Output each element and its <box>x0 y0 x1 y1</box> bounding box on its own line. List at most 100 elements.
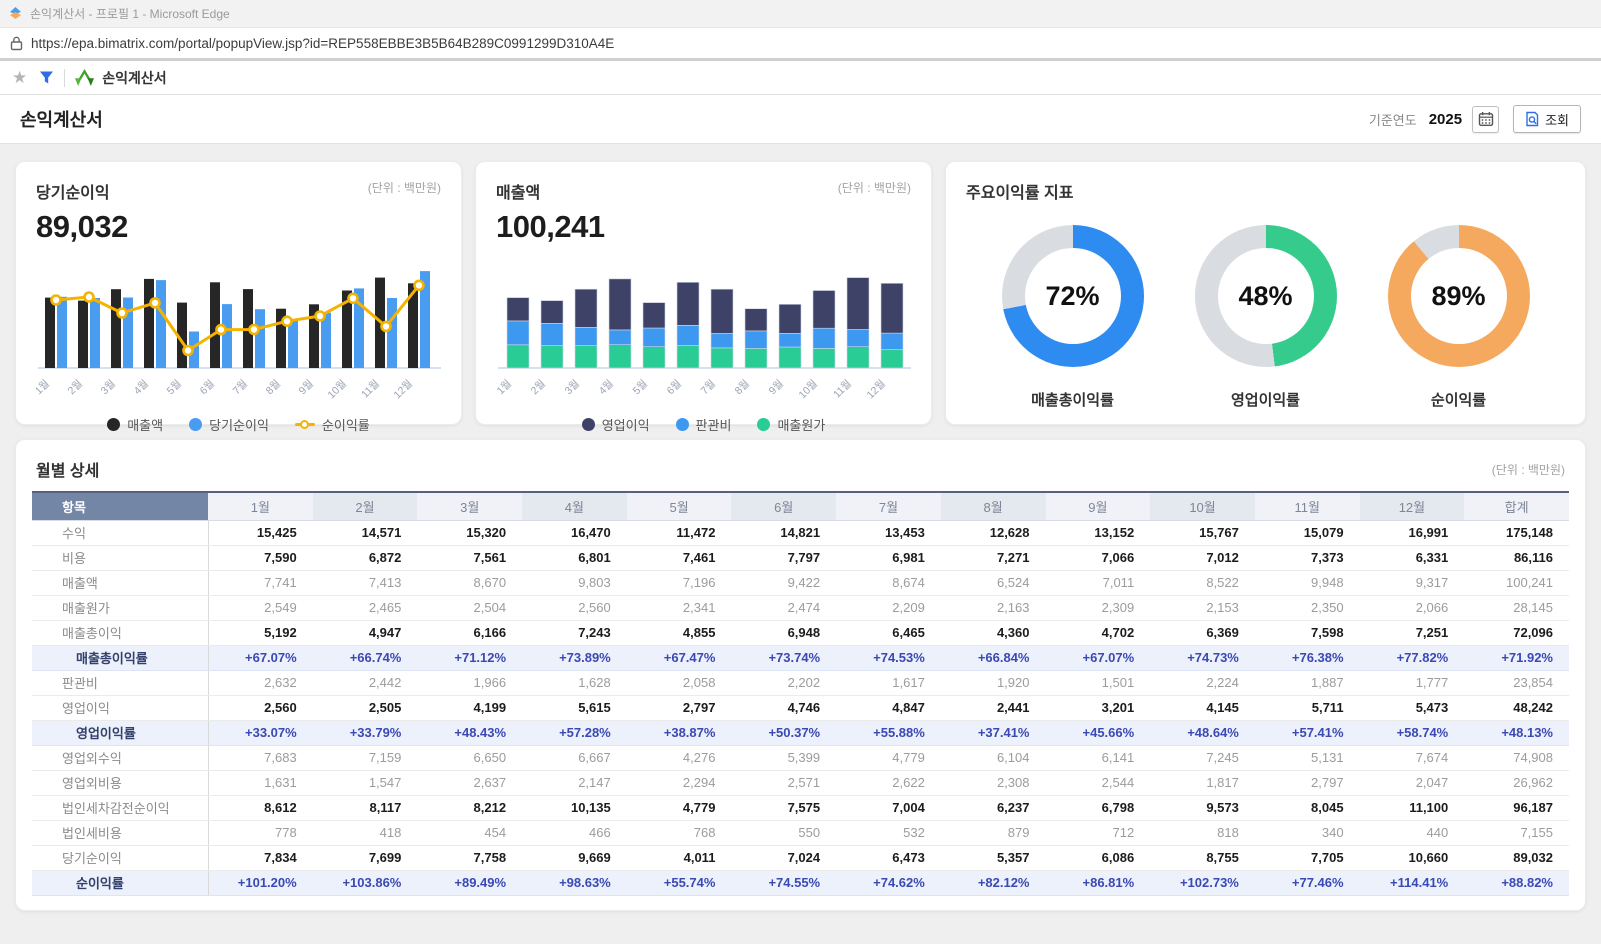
table-cell: 1,966 <box>417 670 522 695</box>
table-column-header: 2월 <box>313 492 418 520</box>
legend-item[interactable]: 순이익률 <box>295 415 370 434</box>
bar <box>156 280 166 368</box>
table-cell: 2,341 <box>627 595 732 620</box>
donut-caption: 매출총이익률 <box>1031 389 1114 410</box>
table-row-label: 영업외수익 <box>32 745 208 770</box>
table-cell: +77.46% <box>1255 870 1360 895</box>
operating-margin-donut[interactable]: 48% <box>1195 225 1337 367</box>
table-cell: +73.74% <box>731 645 836 670</box>
table-column-header: 10월 <box>1150 492 1255 520</box>
legend-item[interactable]: 매출액 <box>107 415 163 434</box>
legend-swatch <box>107 418 120 431</box>
bookmark-page-label[interactable]: 손익계산서 <box>102 68 166 88</box>
stack-segment <box>643 328 665 347</box>
table-cell: 7,245 <box>1150 745 1255 770</box>
table-cell: +88.82% <box>1464 870 1569 895</box>
net-income-card: 당기순이익 (단위 : 백만원) 89,032 1월2월3월4월5월6월7월8월… <box>15 161 462 425</box>
x-axis-label: 5월 <box>165 378 184 397</box>
stack-segment <box>779 347 801 368</box>
favorite-star-icon[interactable]: ★ <box>12 69 27 86</box>
table-cell: 48,242 <box>1464 695 1569 720</box>
table-cell: 6,473 <box>836 845 941 870</box>
table-cell: 2,153 <box>1150 595 1255 620</box>
line-marker <box>217 325 226 334</box>
line-marker <box>250 325 259 334</box>
table-cell: 5,711 <box>1255 695 1360 720</box>
bar <box>45 298 55 368</box>
table-cell: +57.41% <box>1255 720 1360 745</box>
stack-segment <box>881 283 903 333</box>
gross-margin-donut[interactable]: 72% <box>1002 225 1144 367</box>
address-bar[interactable]: https://epa.bimatrix.com/portal/popupVie… <box>0 28 1601 61</box>
table-row: 법인세비용77841845446676855053287971281834044… <box>32 820 1569 845</box>
table-cell: 7,196 <box>627 570 732 595</box>
table-cell: 6,801 <box>522 545 627 570</box>
legend-item[interactable]: 당기순이익 <box>189 415 269 434</box>
table-cell: 418 <box>313 820 418 845</box>
table-cell: 13,152 <box>1046 520 1151 545</box>
net-income-chart[interactable]: 1월2월3월4월5월6월7월8월9월10월11월12월 <box>36 245 443 408</box>
window-icon <box>8 6 23 21</box>
table-row-label: 순이익률 <box>32 870 208 895</box>
table-cell: 15,079 <box>1255 520 1360 545</box>
stack-segment <box>847 278 869 330</box>
bar <box>255 309 265 368</box>
calendar-button[interactable] <box>1472 106 1499 133</box>
net-income-unit-label: (단위 : 백만원) <box>368 179 441 196</box>
search-button[interactable]: 조회 <box>1513 105 1581 133</box>
table-row: 매출원가2,5492,4652,5042,5602,3412,4742,2092… <box>32 595 1569 620</box>
table-cell: 466 <box>522 820 627 845</box>
donut-caption: 영업이익률 <box>1231 389 1300 410</box>
net-income-legend: 매출액 당기순이익 순이익률 <box>36 415 441 434</box>
url-text[interactable]: https://epa.bimatrix.com/portal/popupVie… <box>31 36 614 51</box>
revenue-chart[interactable]: 1월2월3월4월5월6월7월8월9월10월11월12월 <box>496 245 913 408</box>
table-cell: 5,192 <box>208 620 313 645</box>
table-cell: 5,473 <box>1360 695 1465 720</box>
table-cell: 2,560 <box>208 695 313 720</box>
legend-item[interactable]: 영업이익 <box>582 415 650 434</box>
table-row-label: 판관비 <box>32 670 208 695</box>
donut-value: 72% <box>1002 225 1144 367</box>
table-row: 매출총이익률+67.07%+66.74%+71.12%+73.89%+67.47… <box>32 645 1569 670</box>
table-cell: 7,683 <box>208 745 313 770</box>
lock-icon <box>10 36 23 51</box>
table-cell: 3,201 <box>1046 695 1151 720</box>
table-cell: 2,571 <box>731 770 836 795</box>
table-cell: 7,461 <box>627 545 732 570</box>
profit-ratio-card: 주요이익률 지표 72% 매출총이익률 48% 영업이익률 <box>945 161 1586 425</box>
table-cell: +37.41% <box>941 720 1046 745</box>
table-cell: 712 <box>1046 820 1151 845</box>
table-row: 판관비2,6322,4421,9661,6282,0582,2021,6171,… <box>32 670 1569 695</box>
table-cell: 175,148 <box>1464 520 1569 545</box>
table-row-label: 당기순이익 <box>32 845 208 870</box>
table-row: 영업외수익7,6837,1596,6506,6674,2765,3994,779… <box>32 745 1569 770</box>
stack-segment <box>609 279 631 330</box>
table-cell: 4,947 <box>313 620 418 645</box>
table-cell: 2,504 <box>417 595 522 620</box>
legend-item[interactable]: 매출원가 <box>757 415 825 434</box>
table-cell: 8,670 <box>417 570 522 595</box>
legend-item[interactable]: 판관비 <box>676 415 732 434</box>
table-cell: 4,276 <box>627 745 732 770</box>
operating-margin-donut-block: 48% 영업이익률 <box>1195 225 1337 410</box>
filter-funnel-icon[interactable] <box>39 70 54 85</box>
table-cell: 2,066 <box>1360 595 1465 620</box>
report-search-icon <box>1525 111 1540 127</box>
stack-segment <box>711 289 733 333</box>
legend-label: 당기순이익 <box>209 415 269 434</box>
bar <box>78 301 88 368</box>
line-marker <box>118 309 127 318</box>
calendar-icon <box>1478 111 1494 127</box>
table-cell: 8,674 <box>836 570 941 595</box>
table-cell: +77.82% <box>1360 645 1465 670</box>
base-year-value[interactable]: 2025 <box>1429 111 1462 128</box>
table-cell: 6,981 <box>836 545 941 570</box>
stack-segment <box>813 348 835 368</box>
stack-segment <box>779 333 801 347</box>
table-cell: +57.28% <box>522 720 627 745</box>
net-margin-donut[interactable]: 89% <box>1388 225 1530 367</box>
table-cell: 7,066 <box>1046 545 1151 570</box>
x-axis-label: 2월 <box>529 378 548 397</box>
bimatrix-logo-icon[interactable] <box>75 69 94 86</box>
stack-segment <box>541 323 563 345</box>
